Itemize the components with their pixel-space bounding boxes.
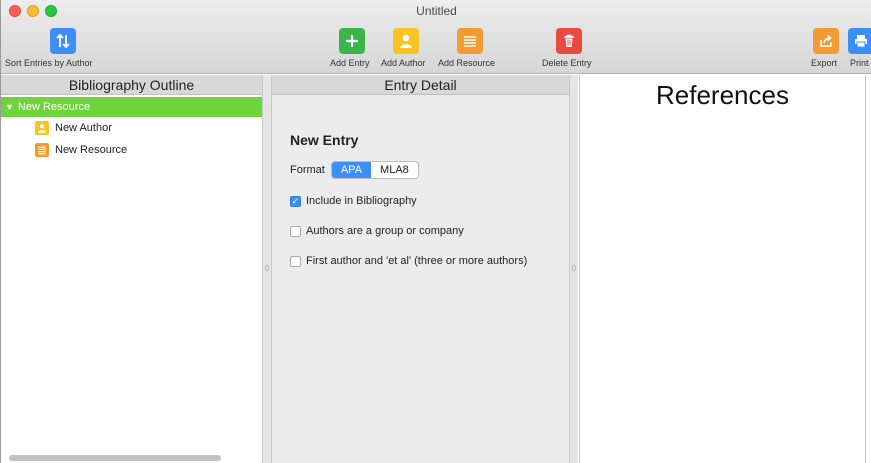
window-title: Untitled: [416, 4, 457, 18]
trash-icon: [556, 28, 582, 54]
format-apa-segment[interactable]: APA: [331, 162, 372, 178]
disclosure-triangle-icon[interactable]: ▼: [5, 97, 14, 117]
author-icon: [393, 28, 419, 54]
export-button[interactable]: [813, 28, 839, 54]
plus-icon: [339, 28, 365, 54]
format-segmented-control[interactable]: APA MLA8: [330, 161, 419, 179]
entry-title: New Entry: [290, 132, 359, 148]
divider-handle[interactable]: [572, 265, 576, 271]
export-label: Export: [811, 58, 838, 68]
add-author-label: Add Author: [381, 58, 426, 68]
entry-detail-pane: Entry Detail New Entry Format APA MLA8 ✓…: [271, 75, 570, 463]
print-label: Print: [850, 58, 869, 68]
print-button[interactable]: [848, 28, 871, 54]
include-in-bibliography-option[interactable]: ✓ Include in Bibliography: [290, 195, 417, 207]
sort-entries-label: Sort Entries by Author: [5, 58, 93, 68]
outline-item-author[interactable]: New Author: [1, 118, 262, 138]
outline-item-label: New Author: [55, 122, 112, 134]
sort-entries-button[interactable]: [50, 28, 76, 54]
include-in-bibliography-checkbox[interactable]: ✓: [290, 195, 301, 207]
format-mla8-segment[interactable]: MLA8: [371, 162, 418, 178]
checkbox-label: Include in Bibliography: [306, 195, 417, 207]
entry-detail-header: Entry Detail: [272, 75, 569, 95]
add-entry-label: Add Entry: [330, 58, 370, 68]
split-divider-left[interactable]: [263, 75, 271, 463]
authors-group-checkbox[interactable]: [290, 225, 301, 237]
printer-icon: [848, 28, 871, 54]
references-pane: References: [579, 75, 866, 463]
resource-icon: [457, 28, 483, 54]
add-resource-label: Add Resource: [438, 58, 496, 68]
references-title: References: [656, 80, 789, 110]
author-icon: [35, 121, 49, 135]
checkbox-label: First author and 'et al' (three or more …: [306, 255, 528, 267]
delete-entry-button[interactable]: [556, 28, 582, 54]
split-divider-right[interactable]: [570, 75, 578, 463]
outline-item-label: New Resource: [17, 101, 91, 113]
toolbar: Untitled Sort Entries by Author Add Entr…: [1, 0, 871, 74]
et-al-checkbox[interactable]: [290, 255, 301, 267]
divider-handle[interactable]: [265, 265, 269, 271]
bibliography-outline-pane: Bibliography Outline ▼ New Resource New …: [1, 75, 263, 463]
app-window: Untitled Sort Entries by Author Add Entr…: [0, 0, 871, 463]
add-entry-button[interactable]: [339, 28, 365, 54]
horizontal-scrollbar[interactable]: [9, 455, 221, 461]
delete-entry-label: Delete Entry: [542, 58, 592, 68]
outline-item-label: New Resource: [55, 144, 128, 156]
add-resource-button[interactable]: [457, 28, 483, 54]
et-al-option[interactable]: First author and 'et al' (three or more …: [290, 255, 527, 267]
outline-item-resource[interactable]: New Resource: [1, 140, 262, 160]
outline-item-root-resource[interactable]: ▼ New Resource: [1, 97, 262, 117]
export-icon: [813, 28, 839, 54]
sort-icon: [50, 28, 76, 54]
format-row: Format APA MLA8: [290, 161, 419, 179]
format-label: Format: [290, 164, 325, 176]
authors-group-option[interactable]: Authors are a group or company: [290, 225, 464, 237]
resource-icon: [35, 143, 49, 157]
outline-header: Bibliography Outline: [1, 75, 262, 95]
checkbox-label: Authors are a group or company: [306, 225, 464, 237]
add-author-button[interactable]: [393, 28, 419, 54]
